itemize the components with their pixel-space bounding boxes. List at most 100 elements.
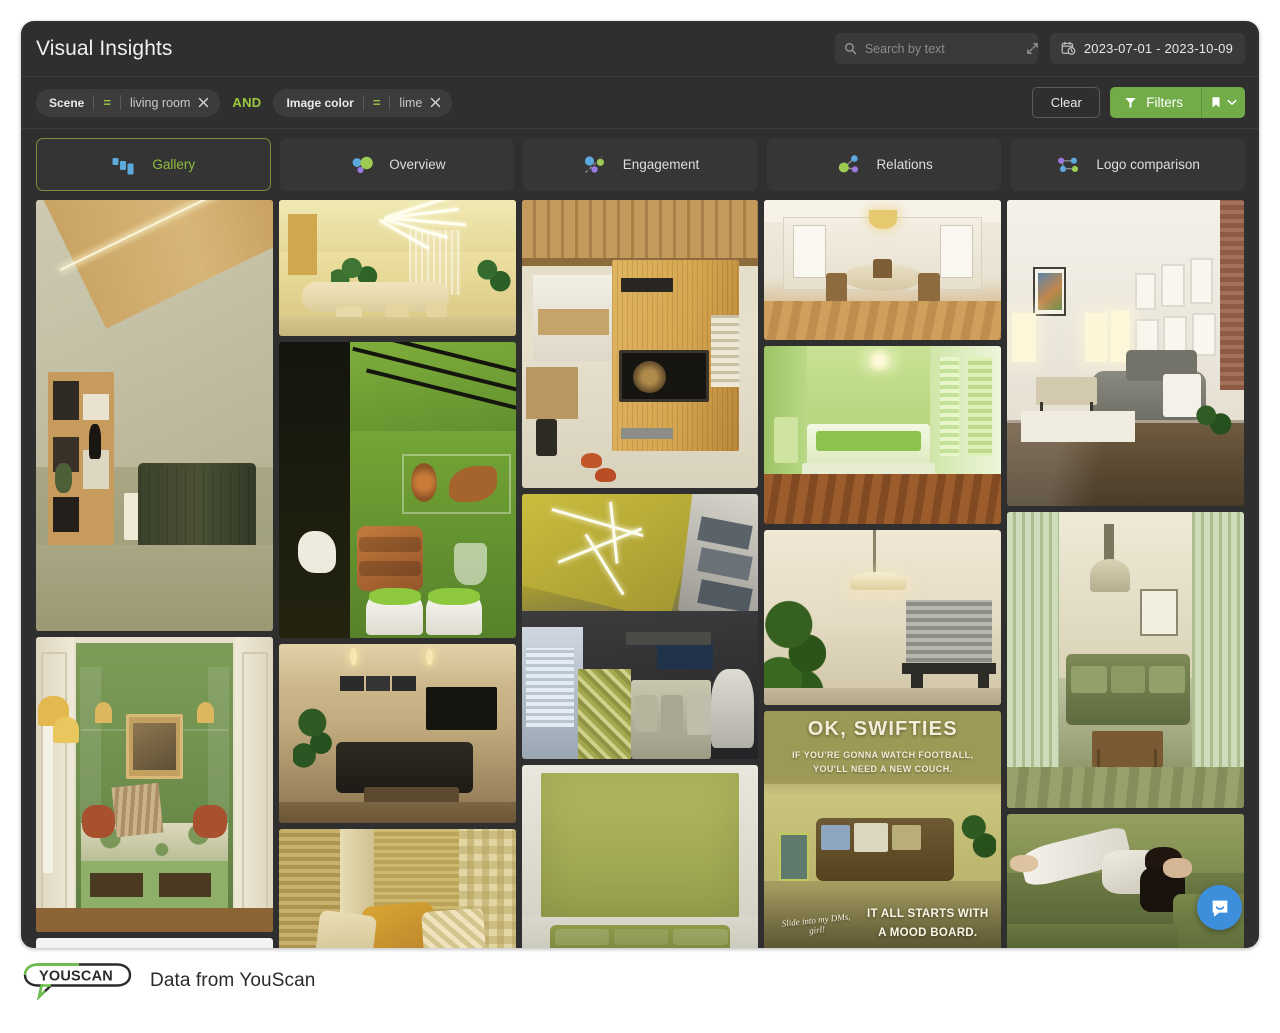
scatter-icon — [582, 154, 610, 176]
filter-chip-image-color[interactable]: Image color = lime — [273, 89, 452, 117]
tab-engagement-label: Engagement — [623, 157, 700, 172]
tab-overview-label: Overview — [389, 157, 445, 172]
tile-image — [279, 342, 516, 638]
youscan-logo: YOUSCAN — [21, 962, 136, 1000]
gallery-tile[interactable] — [522, 765, 759, 948]
date-range-label: 2023-07-01 - 2023-10-09 — [1084, 41, 1233, 56]
tile-image — [279, 829, 516, 948]
meme-headline: OK, SWIFTIES — [764, 718, 1001, 741]
filters-button[interactable]: Filters — [1110, 87, 1201, 118]
chip-divider — [93, 95, 94, 110]
date-range-picker[interactable]: 2023-07-01 - 2023-10-09 — [1050, 33, 1245, 64]
chip-field-label: Image color — [286, 96, 353, 110]
gallery-column: OK, SWIFTIES IF YOU'RE GONNA WATCH FOOTB… — [764, 200, 1001, 948]
chip-divider — [120, 95, 121, 110]
expand-arrows-icon[interactable] — [1026, 42, 1039, 55]
chip-divider — [389, 95, 390, 110]
gallery-grid: OK, SWIFTIES IF YOU'RE GONNA WATCH FOOTB… — [21, 200, 1259, 948]
tab-relations[interactable]: Relations — [767, 138, 1002, 191]
filter-bar: Scene = living room AND Image color = — [21, 77, 1259, 129]
gallery-tile[interactable] — [1007, 512, 1244, 808]
tab-logo-comparison-label: Logo comparison — [1096, 157, 1200, 172]
tile-image — [36, 637, 273, 932]
filters-button-label: Filters — [1146, 95, 1183, 110]
clear-button[interactable]: Clear — [1032, 87, 1100, 118]
search-box[interactable] — [835, 33, 1038, 64]
gallery-column — [522, 200, 759, 948]
funnel-icon — [1124, 96, 1137, 109]
gallery-tile[interactable] — [279, 342, 516, 638]
tile-image — [279, 644, 516, 823]
filter-chip-scene[interactable]: Scene = living room — [36, 89, 220, 117]
gallery-columns: OK, SWIFTIES IF YOU'RE GONNA WATCH FOOTB… — [36, 200, 1244, 948]
gallery-tile[interactable] — [36, 200, 273, 631]
meme-subline-2: YOU'LL NEED A NEW COUCH. — [764, 764, 1001, 774]
tile-image — [36, 200, 273, 631]
gallery-column — [279, 200, 516, 948]
chip-value[interactable]: living room — [130, 96, 190, 110]
tile-image — [522, 765, 759, 948]
node-compare-icon — [1055, 154, 1083, 176]
gallery-tile[interactable]: OK, SWIFTIES IF YOU'RE GONNA WATCH FOOTB… — [764, 711, 1001, 948]
chip-divider — [363, 95, 364, 110]
tile-image — [1007, 200, 1244, 506]
network-icon — [835, 154, 863, 176]
app-root: Visual Insights — [0, 0, 1280, 1033]
footer: YOUSCAN Data from YouScan — [21, 962, 315, 1000]
chip-operator[interactable]: = — [103, 96, 111, 109]
chevron-down-icon — [1227, 99, 1237, 106]
bubbles-icon — [348, 154, 376, 176]
meme-tagline-1: IT ALL STARTS WITH — [859, 908, 996, 920]
tab-gallery[interactable]: Gallery — [36, 138, 271, 191]
tab-gallery-label: Gallery — [152, 157, 195, 172]
tile-image — [764, 530, 1001, 705]
tab-logo-comparison[interactable]: Logo comparison — [1010, 138, 1245, 191]
gallery-tile[interactable] — [764, 530, 1001, 705]
gallery-tile[interactable] — [522, 494, 759, 759]
gallery-tile[interactable] — [764, 346, 1001, 524]
tile-image — [522, 200, 759, 488]
view-tabs: Gallery Overview — [21, 129, 1259, 200]
footer-caption: Data from YouScan — [150, 970, 315, 992]
saved-filters-dropdown[interactable] — [1201, 87, 1245, 118]
tile-image — [522, 494, 759, 759]
chat-bubble-button[interactable] — [1197, 885, 1242, 930]
header-bar: Visual Insights — [21, 21, 1259, 77]
gallery-tile[interactable] — [36, 938, 273, 948]
tile-image — [1007, 814, 1244, 948]
gallery-tile[interactable] — [1007, 200, 1244, 506]
gallery-tile[interactable] — [279, 644, 516, 823]
chip-value[interactable]: lime — [399, 96, 422, 110]
tile-image — [764, 200, 1001, 340]
tab-relations-label: Relations — [876, 157, 932, 172]
chip-field-label: Scene — [49, 96, 84, 110]
meme-tagline-2: A MOOD BOARD. — [859, 927, 996, 939]
chip-operator[interactable]: = — [373, 96, 381, 109]
gallery-column — [36, 200, 273, 948]
tile-image — [36, 938, 273, 948]
calendar-clock-icon — [1061, 41, 1076, 56]
tab-engagement[interactable]: Engagement — [523, 138, 758, 191]
page-title: Visual Insights — [36, 37, 835, 61]
filter-actions: Clear Filters — [1032, 87, 1245, 118]
gallery-tile[interactable] — [36, 637, 273, 932]
bookmark-icon — [1210, 96, 1222, 109]
close-icon[interactable] — [430, 97, 441, 108]
visual-insights-card: Visual Insights — [21, 21, 1259, 948]
gallery-tile[interactable] — [1007, 814, 1244, 948]
search-icon — [844, 42, 857, 55]
gallery-tile[interactable] — [279, 200, 516, 336]
gallery-tile[interactable] — [764, 200, 1001, 340]
tile-image: OK, SWIFTIES IF YOU'RE GONNA WATCH FOOTB… — [764, 711, 1001, 948]
youscan-wordmark: YOUSCAN — [39, 969, 113, 985]
gallery-tile[interactable] — [522, 200, 759, 488]
filters-button-group: Filters — [1110, 87, 1245, 118]
close-icon[interactable] — [198, 97, 209, 108]
tile-image — [279, 200, 516, 336]
gallery-tile[interactable] — [279, 829, 516, 948]
chat-bubble-icon — [1209, 897, 1231, 919]
meme-subline-1: IF YOU'RE GONNA WATCH FOOTBALL, — [764, 750, 1001, 760]
filter-conjunction[interactable]: AND — [232, 95, 261, 110]
search-input[interactable] — [857, 42, 1026, 56]
tab-overview[interactable]: Overview — [280, 138, 515, 191]
